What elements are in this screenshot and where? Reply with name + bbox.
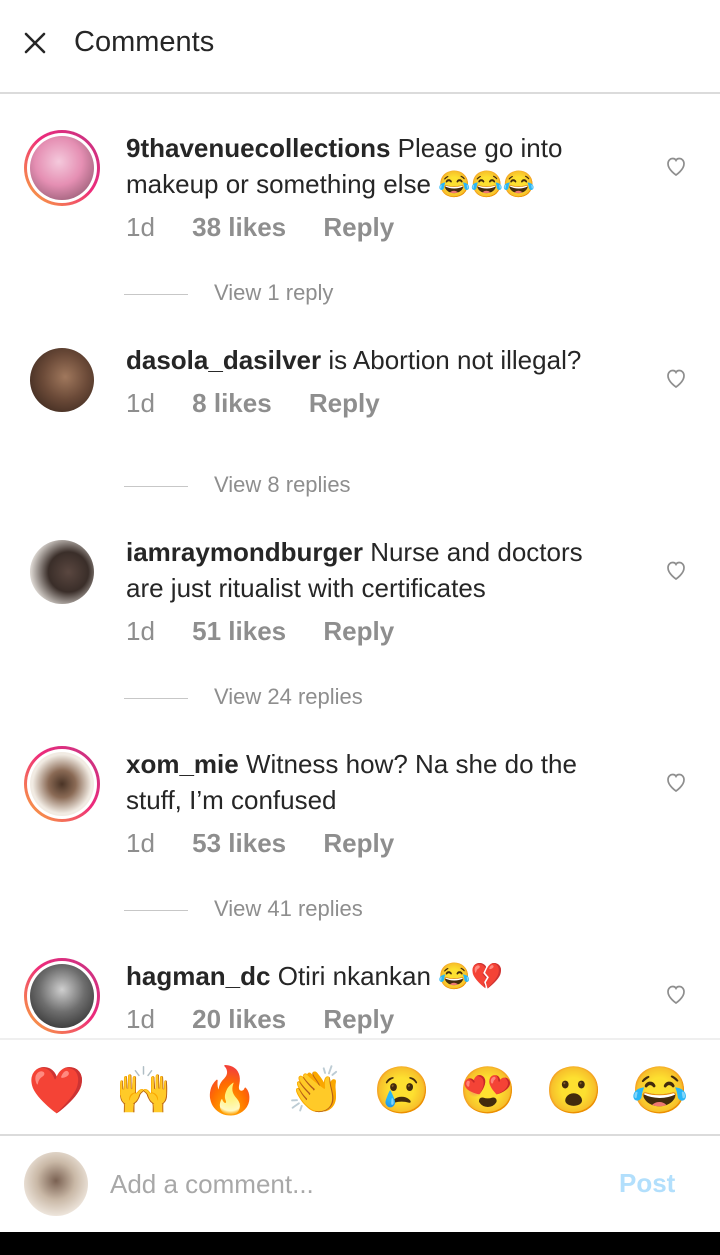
comment-likes[interactable]: 20 likes <box>192 1004 286 1035</box>
laughing-reaction-button[interactable]: 😂 <box>630 1062 690 1118</box>
reaction-bar: ❤️ 🙌 🔥 👏 😢 😍 😮 😂 <box>0 1038 720 1136</box>
heart-icon[interactable] <box>664 770 688 794</box>
comment-text: iamraymondburger Nurse and doctors are j… <box>126 534 626 606</box>
comment-likes[interactable]: 51 likes <box>192 616 286 647</box>
avatar[interactable] <box>24 534 100 610</box>
comment-text: dasola_dasilver is Abortion not illegal? <box>126 342 626 378</box>
view-replies-button[interactable]: View 24 replies <box>214 684 363 710</box>
crying-reaction-button[interactable]: 😢 <box>372 1062 432 1118</box>
comment-username[interactable]: 9thavenuecollections <box>126 133 390 163</box>
avatar-photo <box>30 540 94 604</box>
heart-eyes-reaction-button[interactable]: 😍 <box>458 1062 518 1118</box>
avatar[interactable] <box>24 130 100 206</box>
comment-username[interactable]: dasola_dasilver <box>126 345 321 375</box>
comment-text: 9thavenuecollections Please go into make… <box>126 130 626 202</box>
comment-text: xom_mie Witness how? Na she do the stuff… <box>126 746 626 818</box>
divider <box>124 294 188 295</box>
avatar[interactable] <box>24 958 100 1034</box>
comment-time: 1d <box>126 1004 155 1034</box>
fire-reaction-button[interactable]: 🔥 <box>200 1062 260 1118</box>
navigation-bar <box>0 1232 720 1255</box>
view-replies-button[interactable]: View 41 replies <box>214 896 363 922</box>
comment-time: 1d <box>126 828 155 858</box>
divider <box>124 698 188 699</box>
avatar-photo <box>30 136 94 200</box>
surprised-reaction-button[interactable]: 😮 <box>544 1062 604 1118</box>
comment-likes[interactable]: 8 likes <box>192 388 272 419</box>
reply-button[interactable]: Reply <box>323 616 394 647</box>
heart-reaction-button[interactable]: ❤️ <box>27 1062 87 1118</box>
avatar[interactable] <box>24 342 100 418</box>
clapping-reaction-button[interactable]: 👏 <box>286 1062 346 1118</box>
view-replies-button[interactable]: View 8 replies <box>214 472 351 498</box>
comment-input[interactable] <box>110 1162 590 1206</box>
comment-meta: 1d 20 likes Reply <box>126 1004 424 1035</box>
heart-icon[interactable] <box>664 982 688 1006</box>
post-button[interactable]: Post <box>619 1168 675 1199</box>
reply-button[interactable]: Reply <box>323 828 394 859</box>
avatar[interactable] <box>24 746 100 822</box>
reply-button[interactable]: Reply <box>323 1004 394 1035</box>
comment-time: 1d <box>126 212 155 242</box>
comment-time: 1d <box>126 616 155 646</box>
heart-icon[interactable] <box>664 558 688 582</box>
reply-button[interactable]: Reply <box>323 212 394 243</box>
avatar-photo <box>30 752 94 816</box>
avatar-photo <box>30 348 94 412</box>
reply-button[interactable]: Reply <box>309 388 380 419</box>
raised-hands-reaction-button[interactable]: 🙌 <box>114 1062 174 1118</box>
heart-icon[interactable] <box>664 154 688 178</box>
view-replies-button[interactable]: View 1 reply <box>214 280 333 306</box>
comment-likes[interactable]: 53 likes <box>192 828 286 859</box>
comment-meta: 1d 53 likes Reply <box>126 828 424 859</box>
comment-likes[interactable]: 38 likes <box>192 212 286 243</box>
close-icon[interactable] <box>20 28 50 58</box>
heart-icon[interactable] <box>664 366 688 390</box>
comment-meta: 1d 38 likes Reply <box>126 212 424 243</box>
comment-body: is Abortion not illegal? <box>328 345 582 375</box>
divider <box>124 486 188 487</box>
comment-username[interactable]: iamraymondburger <box>126 537 363 567</box>
comment-meta: 1d 51 likes Reply <box>126 616 424 647</box>
avatar[interactable] <box>24 1152 88 1216</box>
comments-header: Comments <box>0 0 720 94</box>
comment-text: hagman_dc Otiri nkankan 😂💔 <box>126 958 626 994</box>
comment-composer: Post <box>0 1136 720 1232</box>
comment-body: Otiri nkankan 😂💔 <box>277 961 503 991</box>
divider <box>124 910 188 911</box>
avatar-photo <box>30 964 94 1028</box>
comment-time: 1d <box>126 388 155 418</box>
comment-meta: 1d 8 likes Reply <box>126 388 410 419</box>
comment-username[interactable]: hagman_dc <box>126 961 271 991</box>
comment-username[interactable]: xom_mie <box>126 749 239 779</box>
page-title: Comments <box>74 26 215 58</box>
